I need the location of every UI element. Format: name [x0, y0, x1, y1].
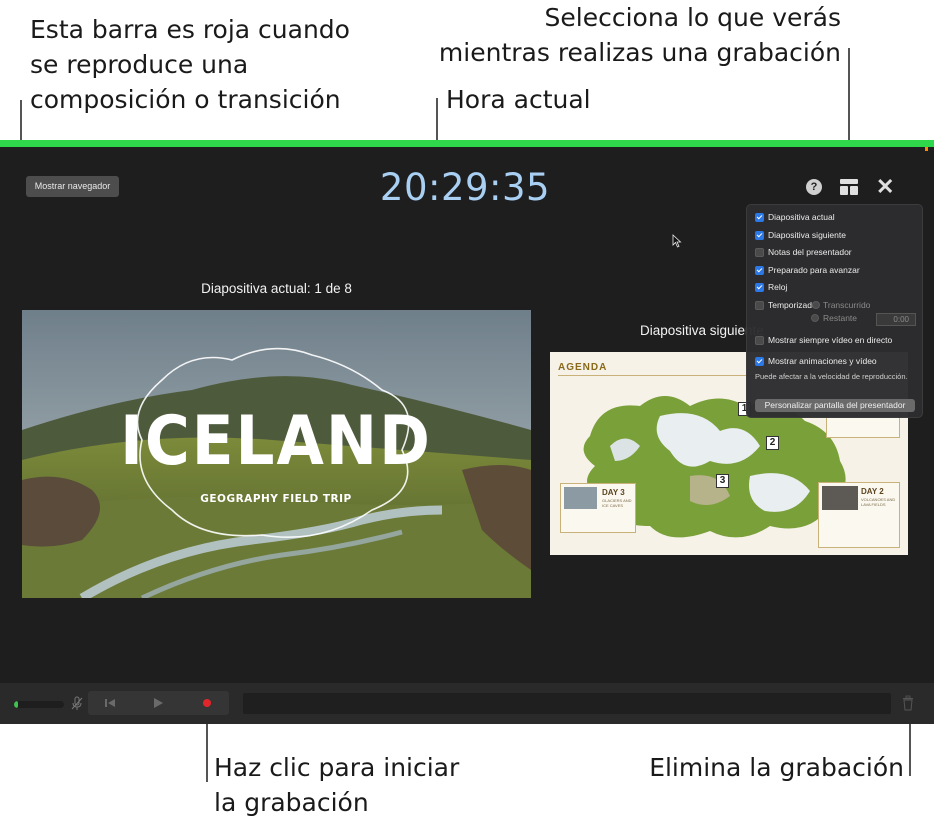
day2-subtitle: VOLCANOES AND LAVA FIELDS: [861, 497, 896, 507]
callout-layout-select: Selecciona lo que verás mientras realiza…: [438, 3, 841, 67]
map-marker-2: 2: [766, 436, 779, 450]
day3-photo: [564, 487, 597, 509]
iceland-landscape-image: ICELAND GEOGRAPHY FIELD TRIP: [22, 310, 531, 598]
checkbox-presenter-notes[interactable]: [755, 247, 764, 257]
close-icon[interactable]: ✕: [876, 176, 894, 198]
audio-level-meter: [14, 701, 64, 708]
day2-photo: [822, 486, 858, 510]
performance-note: Puede afectar a la velocidad de reproduc…: [755, 372, 908, 381]
slide-title: ICELAND: [120, 402, 432, 481]
skip-back-icon[interactable]: [103, 695, 117, 711]
microphone-muted-icon[interactable]: [71, 696, 83, 711]
clock: 20:29:35: [379, 166, 551, 209]
day2-card: DAY 2 VOLCANOES AND LAVA FIELDS: [818, 482, 900, 548]
recording-indicator: [925, 147, 928, 151]
callout-red-bar: Esta barra es roja cuando se reproduce u…: [30, 15, 350, 114]
recording-controls-bar: [0, 683, 934, 724]
audio-level-fill: [14, 701, 18, 708]
slide-subtitle: GEOGRAPHY FIELD TRIP: [200, 493, 351, 505]
layout-options-popover: Diapositiva actual Diapositiva siguiente…: [746, 204, 923, 418]
mouse-pointer-icon: [672, 234, 682, 248]
radio-elapsed-label: Transcurrido: [823, 300, 871, 310]
agenda-title: AGENDA: [558, 362, 608, 373]
current-slide: ICELAND GEOGRAPHY FIELD TRIP: [22, 310, 531, 598]
callout-delete-recording: Elimina la grabación: [649, 753, 904, 782]
radio-remaining[interactable]: [811, 314, 819, 322]
timer-duration-field[interactable]: 0:00: [876, 313, 916, 326]
trash-icon[interactable]: [902, 695, 914, 711]
option-show-live-video[interactable]: Mostrar siempre vídeo en directo: [755, 334, 892, 346]
current-slide-label: Diapositiva actual: 1 de 8: [201, 281, 352, 296]
show-navigator-button[interactable]: Mostrar navegador: [26, 176, 119, 197]
option-next-slide[interactable]: Diapositiva siguiente: [755, 229, 846, 241]
presenter-display: Mostrar navegador 20:29:35 ? ✕ Diapositi…: [0, 140, 934, 724]
checkbox-ready-to-advance[interactable]: [755, 265, 764, 275]
option-presenter-notes[interactable]: Notas del presentador: [755, 246, 852, 258]
record-button[interactable]: [199, 695, 215, 711]
day3-title: DAY 3: [602, 488, 625, 497]
transport-controls: [88, 691, 229, 715]
option-clock[interactable]: Reloj: [755, 281, 787, 293]
leader-line-red-bar: [20, 100, 22, 140]
recording-timeline[interactable]: [243, 693, 891, 714]
layout-icon[interactable]: [840, 178, 858, 196]
checkbox-show-live-video[interactable]: [755, 335, 764, 345]
day3-card: DAY 3 GLACIERS AND ICE CAVES: [560, 483, 636, 533]
checkbox-clock[interactable]: [755, 282, 764, 292]
option-timer[interactable]: Temporizador: [755, 299, 820, 311]
recording-status-bar: [0, 140, 934, 147]
day3-subtitle: GLACIERS AND ICE CAVES: [602, 498, 632, 508]
radio-remaining-label: Restante: [823, 313, 858, 323]
checkbox-show-animations[interactable]: [755, 356, 764, 366]
checkbox-next-slide[interactable]: [755, 230, 764, 240]
checkbox-current-slide[interactable]: [755, 212, 764, 222]
radio-elapsed[interactable]: [812, 301, 820, 309]
customize-presenter-display-button[interactable]: Personalizar pantalla del presentador: [755, 399, 915, 412]
callout-current-time: Hora actual: [446, 85, 591, 114]
option-current-slide[interactable]: Diapositiva actual: [755, 211, 835, 223]
option-show-animations[interactable]: Mostrar animaciones y vídeo: [755, 355, 877, 367]
help-icon[interactable]: ?: [806, 179, 822, 195]
checkbox-timer[interactable]: [755, 300, 764, 310]
play-icon[interactable]: [151, 695, 165, 711]
map-marker-3: 3: [716, 474, 729, 488]
callout-record-start: Haz clic para iniciar la grabación: [214, 753, 460, 817]
day2-title: DAY 2: [861, 487, 884, 496]
option-ready-to-advance[interactable]: Preparado para avanzar: [755, 264, 860, 276]
